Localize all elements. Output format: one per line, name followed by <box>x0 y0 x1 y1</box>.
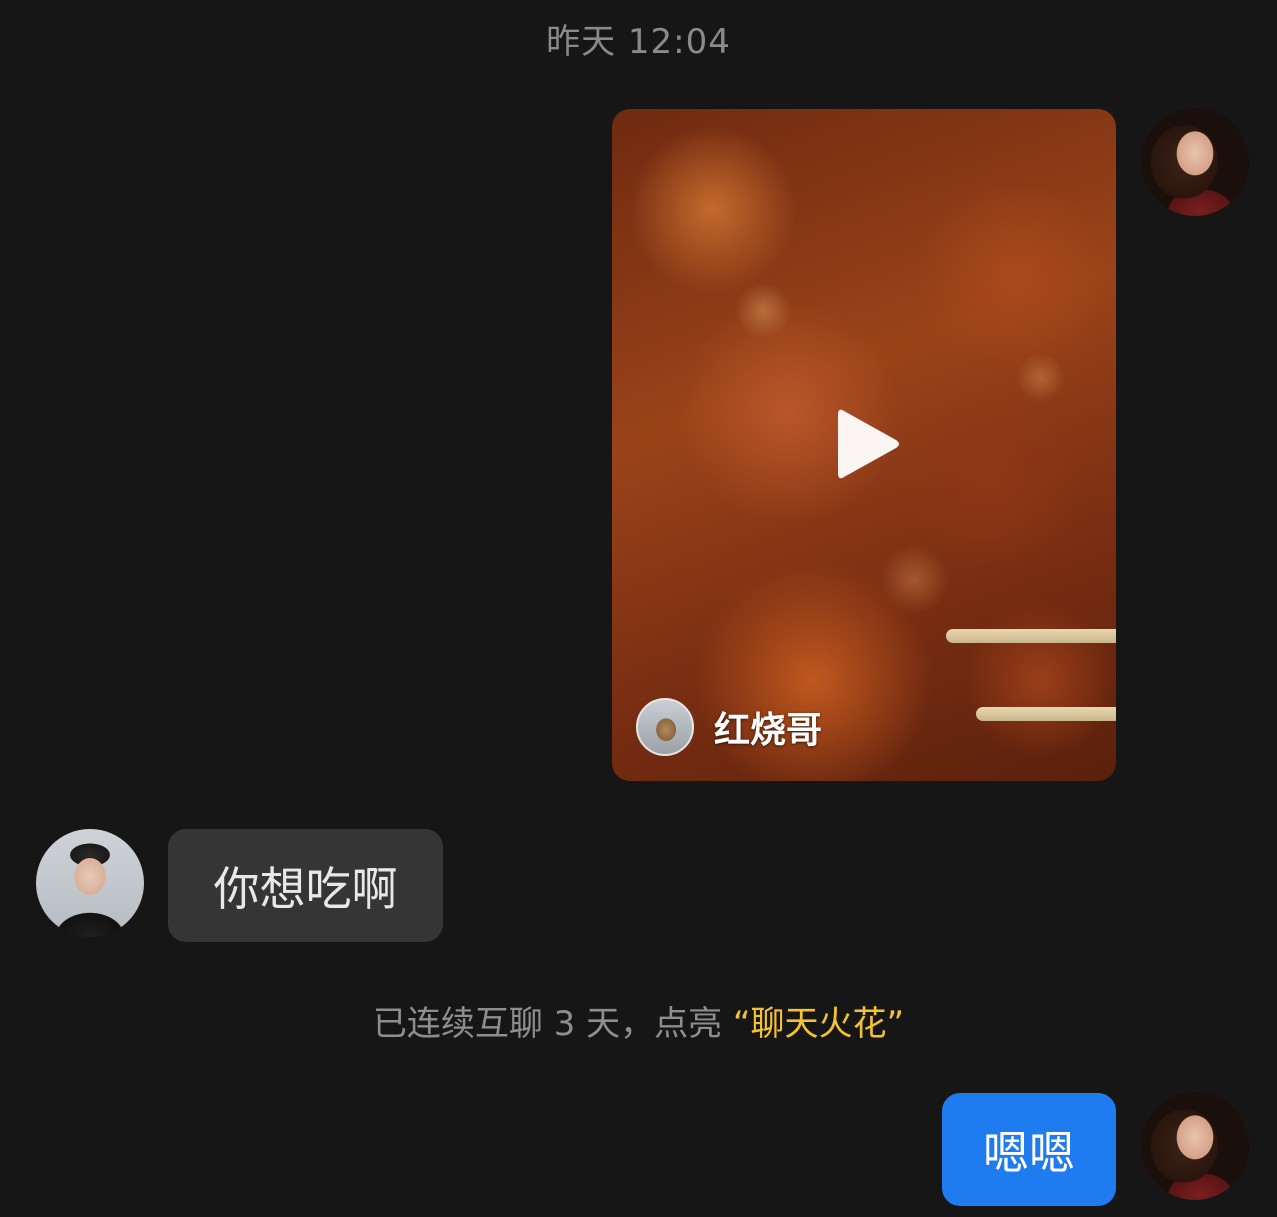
sent-message-text: 嗯嗯 <box>983 1125 1075 1180</box>
shared-video-card[interactable]: 红烧哥 <box>612 109 1116 781</box>
received-message-text: 你想吃啊 <box>213 861 398 916</box>
my-avatar[interactable] <box>1141 108 1249 216</box>
contact-avatar[interactable] <box>36 829 144 937</box>
video-author[interactable]: 红烧哥 <box>636 697 822 757</box>
chat-spark-label[interactable]: “聊天火花” <box>733 1004 904 1044</box>
chat-streak-notice: 已连续互聊 3 天，点亮 “聊天火花” <box>0 996 1277 1045</box>
video-author-name: 红烧哥 <box>714 710 823 751</box>
message-timestamp: 昨天 12:04 <box>546 22 731 62</box>
chopstick-decoration <box>946 629 1116 643</box>
sent-message-bubble[interactable]: 嗯嗯 <box>942 1093 1116 1206</box>
play-icon[interactable] <box>834 405 902 483</box>
my-avatar[interactable] <box>1141 1092 1249 1200</box>
streak-notice-text: 已连续互聊 3 天，点亮 <box>372 1004 733 1044</box>
chopstick-decoration <box>976 707 1116 721</box>
chat-screen: 昨天 12:04 红烧哥 你想吃啊 已连续互聊 3 天，点亮 “聊天火花” 嗯嗯 <box>0 0 1277 1217</box>
video-author-avatar[interactable] <box>636 698 694 756</box>
received-message-bubble[interactable]: 你想吃啊 <box>168 829 443 942</box>
